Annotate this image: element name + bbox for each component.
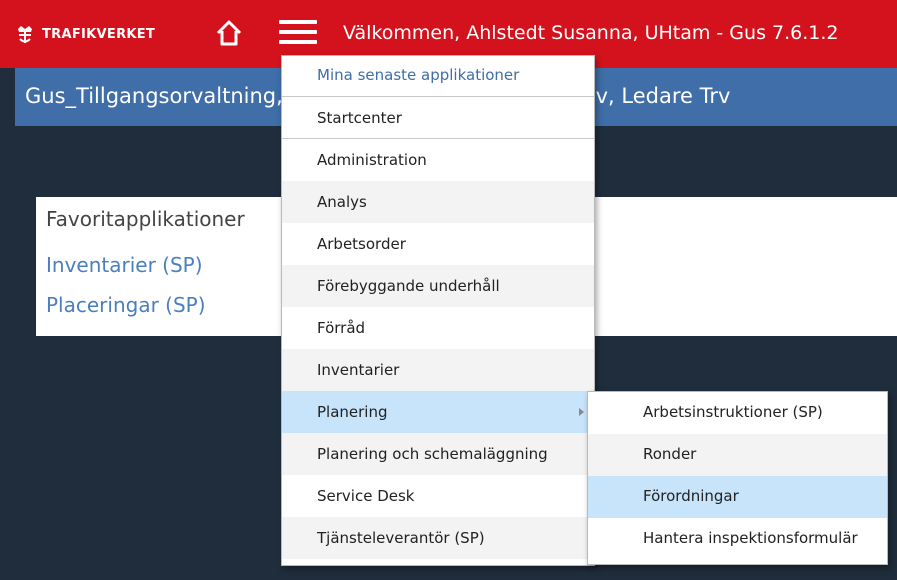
menu-item-tjansteleverantor[interactable]: Tjänsteleverantör (SP) (282, 517, 594, 559)
applications-menu: Mina senaste applikationer Startcenter A… (281, 55, 595, 566)
favorites-heading: Favoritapplikationer (46, 207, 245, 231)
chevron-right-icon (579, 408, 584, 416)
home-icon[interactable] (214, 18, 244, 48)
submenu-item-hantera-inspektionsformular[interactable]: Hantera inspektionsformulär (588, 518, 887, 560)
logo-text: TRAFIKVERKET (42, 26, 156, 42)
menu-item-planering-och-schemalaggning[interactable]: Planering och schemaläggning (282, 433, 594, 475)
submenu-item-forordningar[interactable]: Förordningar (588, 476, 887, 518)
menu-item-startcenter[interactable]: Startcenter (282, 97, 594, 139)
menu-item-administration[interactable]: Administration (282, 139, 594, 181)
hamburger-menu-icon[interactable] (279, 20, 317, 48)
submenu-item-ronder[interactable]: Ronder (588, 434, 887, 476)
planering-submenu: Arbetsinstruktioner (SP) Ronder Förordni… (587, 391, 888, 565)
menu-item-forebyggande-underhall[interactable]: Förebyggande underhåll (282, 265, 594, 307)
menu-item-service-desk[interactable]: Service Desk (282, 475, 594, 517)
trafikverket-crown-icon (18, 26, 32, 43)
menu-item-planering-label: Planering (317, 403, 388, 421)
trafikverket-logo[interactable]: TRAFIKVERKET (14, 20, 155, 48)
favorite-link-inventarier[interactable]: Inventarier (SP) (46, 253, 203, 277)
recent-applications-header[interactable]: Mina senaste applikationer (282, 56, 594, 97)
submenu-item-arbetsinstruktioner[interactable]: Arbetsinstruktioner (SP) (588, 392, 887, 434)
menu-item-planering[interactable]: Planering (282, 391, 594, 433)
welcome-text: Välkommen, Ahlstedt Susanna, UHtam - Gus… (343, 22, 839, 44)
favorite-link-placeringar[interactable]: Placeringar (SP) (46, 293, 206, 317)
menu-item-inventarier[interactable]: Inventarier (282, 349, 594, 391)
menu-item-forrad[interactable]: Förråd (282, 307, 594, 349)
menu-item-analys[interactable]: Analys (282, 181, 594, 223)
menu-item-arbetsorder[interactable]: Arbetsorder (282, 223, 594, 265)
